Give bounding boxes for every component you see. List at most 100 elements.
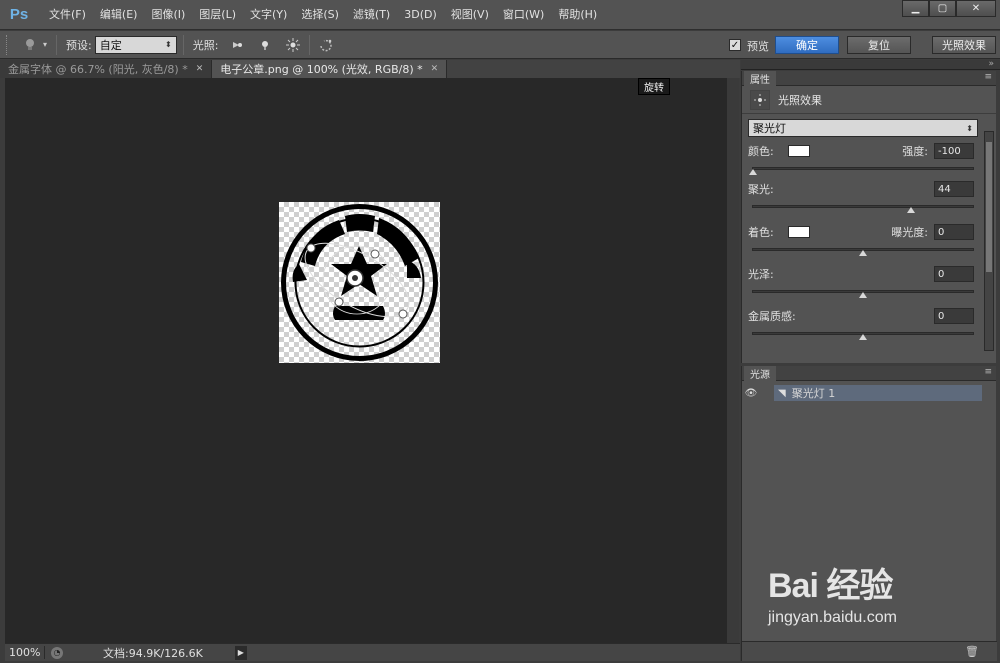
metallic-slider[interactable]: [752, 332, 974, 340]
metallic-label: 金属质感:: [748, 310, 796, 323]
ok-button[interactable]: 确定: [775, 36, 839, 54]
menu-image[interactable]: 图像(I): [144, 0, 192, 30]
gloss-row: 光泽: 0: [748, 266, 974, 282]
hotspot-row: 聚光: 44: [748, 181, 974, 197]
preview-checkbox[interactable]: ✓: [729, 39, 741, 51]
close-icon[interactable]: ✕: [431, 64, 439, 74]
exposure-label: 曝光度:: [891, 226, 928, 239]
canvas-gutter: [727, 78, 739, 643]
panel-menu-icon[interactable]: ≡: [984, 72, 992, 82]
menu-select[interactable]: 选择(S): [294, 0, 346, 30]
seal-image[interactable]: [279, 202, 440, 363]
slider-thumb[interactable]: [859, 250, 867, 256]
spotlight-icon: ◥: [778, 387, 786, 399]
separator: [309, 34, 311, 55]
intensity-slider[interactable]: [749, 167, 974, 175]
slider-thumb[interactable]: [749, 169, 757, 175]
updown-icon: ⬍: [165, 40, 172, 49]
menu-layer[interactable]: 图层(L): [192, 0, 243, 30]
light-list-item[interactable]: 👁 ◥ 聚光灯 1: [742, 384, 984, 402]
tab-metal-font[interactable]: 金属字体 @ 66.7% (阳光, 灰色/8) * ✕: [0, 60, 213, 78]
eye-icon[interactable]: 👁: [742, 388, 760, 399]
menu-bar: Ps 文件(F) 编辑(E) 图像(I) 图层(L) 文字(Y) 选择(S) 滤…: [0, 0, 1000, 30]
colorize-row: 着色: 曝光度: 0: [748, 224, 974, 240]
chevron-down-icon[interactable]: ▾: [40, 35, 50, 55]
slider-thumb[interactable]: [907, 207, 916, 213]
rotate-tooltip: 旋转: [638, 78, 670, 95]
maximize-icon[interactable]: ▢: [929, 0, 956, 17]
menu-view[interactable]: 视图(V): [444, 0, 496, 30]
menu-window[interactable]: 窗口(W): [496, 0, 551, 30]
options-bar: ▾ 预设: 自定 ⬍ 光照: ✓ 预览 确定 复位 光照效果: [0, 31, 1000, 59]
tab-lights[interactable]: 光源: [744, 366, 776, 381]
panel-menu-icon[interactable]: ≡: [984, 367, 992, 377]
photoshop-logo: Ps: [9, 6, 29, 23]
rotate-icon[interactable]: [316, 35, 336, 55]
panel-dock-bar: »: [741, 59, 1000, 70]
gloss-label: 光泽:: [748, 268, 774, 281]
color-row: 颜色: 强度: -100: [748, 143, 974, 159]
reset-button[interactable]: 复位: [847, 36, 911, 54]
menu-help[interactable]: 帮助(H): [551, 0, 604, 30]
slider-thumb[interactable]: [859, 292, 867, 298]
tab-properties[interactable]: 属性: [744, 71, 776, 86]
preset-value: 自定: [99, 38, 122, 52]
minimize-icon[interactable]: ▁: [902, 0, 929, 17]
watermark-main: Bai 经验: [768, 567, 893, 605]
watermark-sub: jingyan.baidu.com: [768, 609, 897, 626]
infinite-light-icon[interactable]: [283, 35, 303, 55]
close-icon[interactable]: ✕: [956, 0, 996, 17]
light-type-select[interactable]: 聚光灯 ⬍: [748, 119, 978, 137]
point-light-icon[interactable]: [255, 35, 275, 55]
properties-scrollbar[interactable]: [984, 131, 994, 351]
baidu-watermark: Bai 经验 jingyan.baidu.com: [768, 558, 988, 648]
menu-filter[interactable]: 滤镜(T): [346, 0, 397, 30]
hotspot-label: 聚光:: [748, 183, 774, 196]
lightbulb-icon[interactable]: [20, 35, 40, 55]
hotspot-slider[interactable]: [752, 205, 974, 213]
light-item-label: 聚光灯 1: [791, 387, 836, 400]
light-item-selected[interactable]: ◥ 聚光灯 1: [774, 385, 982, 401]
tab-label: 金属字体 @ 66.7% (阳光, 灰色/8) *: [8, 63, 188, 76]
updown-icon: ⬍: [966, 123, 973, 133]
scrollbar-thumb[interactable]: [986, 142, 992, 272]
close-icon[interactable]: ✕: [196, 64, 204, 74]
spotlight-icon[interactable]: [227, 35, 247, 55]
menu-type[interactable]: 文字(Y): [243, 0, 294, 30]
hotspot-input[interactable]: 44: [934, 181, 974, 197]
light-type-value: 聚光灯: [753, 122, 786, 135]
gloss-input[interactable]: 0: [934, 266, 974, 282]
menu-list: 文件(F) 编辑(E) 图像(I) 图层(L) 文字(Y) 选择(S) 滤镜(T…: [42, 0, 604, 30]
gloss-slider[interactable]: [752, 290, 974, 298]
play-icon[interactable]: ▶: [234, 645, 247, 660]
document-info: 文档:94.9K/126.6K: [103, 646, 203, 660]
color-label: 颜色:: [748, 145, 774, 158]
zoom-level[interactable]: 100%: [5, 646, 45, 659]
colorize-swatch[interactable]: [787, 226, 810, 238]
sun-icon: [750, 89, 770, 110]
preset-select[interactable]: 自定 ⬍: [94, 35, 177, 54]
exposure-slider[interactable]: [752, 248, 974, 256]
metallic-input[interactable]: 0: [934, 308, 974, 324]
seal-graphic: [281, 204, 438, 361]
toolbar-grip[interactable]: [6, 34, 12, 55]
panel-tabbar: 光源 ≡: [742, 366, 996, 381]
window-controls: ▁ ▢ ✕: [902, 0, 996, 17]
slider-thumb[interactable]: [859, 334, 867, 340]
preview-label: 预览: [747, 40, 769, 53]
menu-file[interactable]: 文件(F): [42, 0, 93, 30]
info-icon[interactable]: ◔: [51, 646, 63, 659]
status-bar: 100% ◔ 文档:94.9K/126.6K ▶: [5, 643, 740, 661]
exposure-input[interactable]: 0: [934, 224, 974, 240]
color-swatch[interactable]: [787, 145, 810, 157]
collapse-icon[interactable]: »: [988, 59, 994, 69]
colorize-label: 着色:: [748, 226, 774, 239]
document-tabs: 金属字体 @ 66.7% (阳光, 灰色/8) * ✕ 电子公章.png @ 1…: [0, 60, 740, 78]
intensity-input[interactable]: -100: [934, 143, 974, 159]
tab-electronic-seal[interactable]: 电子公章.png @ 100% (光效, RGB/8) * ✕: [212, 60, 448, 78]
separator: [56, 34, 57, 55]
menu-3d[interactable]: 3D(D): [397, 0, 444, 30]
menu-edit[interactable]: 编辑(E): [93, 0, 145, 30]
lighting-effects-button[interactable]: 光照效果: [932, 36, 996, 54]
metallic-row: 金属质感: 0: [748, 308, 974, 324]
